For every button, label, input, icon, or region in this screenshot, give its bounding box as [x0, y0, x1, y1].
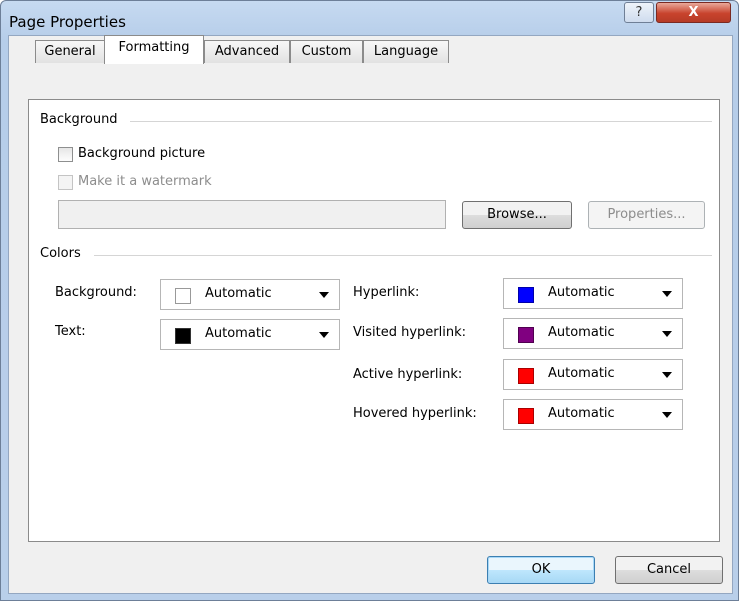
visited-hyperlink-color-label: Visited hyperlink: [353, 325, 466, 340]
active-hyperlink-color-label: Active hyperlink: [353, 367, 463, 382]
hovered-hyperlink-color-swatch [518, 408, 534, 424]
dialog-title: Page Properties [9, 13, 126, 31]
colors-group-divider [94, 255, 712, 256]
text-color-dropdown[interactable]: Automatic [160, 319, 340, 350]
chevron-down-icon [662, 291, 672, 297]
active-hyperlink-color-swatch [518, 368, 534, 384]
chevron-down-icon [319, 332, 329, 338]
background-color-label: Background: [55, 285, 137, 300]
tab-label: General [44, 44, 96, 59]
tab-language[interactable]: Language [363, 40, 449, 63]
background-color-value: Automatic [205, 286, 272, 301]
hovered-hyperlink-color-value: Automatic [548, 406, 615, 421]
tab-advanced[interactable]: Advanced [204, 40, 290, 63]
background-picture-path-input[interactable] [58, 200, 446, 229]
hyperlink-color-value: Automatic [548, 285, 615, 300]
hyperlink-color-label: Hyperlink: [353, 285, 420, 300]
help-button[interactable]: ? [624, 2, 654, 23]
background-group-label: Background [40, 112, 123, 127]
hovered-hyperlink-color-dropdown[interactable]: Automatic [503, 399, 683, 430]
browse-button[interactable]: Browse... [462, 201, 572, 229]
text-color-value: Automatic [205, 326, 272, 341]
close-button[interactable]: X [656, 2, 731, 23]
tab-label: Advanced [214, 44, 280, 59]
chevron-down-icon [319, 292, 329, 298]
watermark-label[interactable]: Make it a watermark [78, 174, 212, 189]
tab-label: Formatting [118, 40, 190, 55]
cancel-button[interactable]: Cancel [615, 556, 723, 584]
close-icon: X [688, 5, 699, 20]
active-hyperlink-color-value: Automatic [548, 366, 615, 381]
background-color-swatch [175, 288, 191, 304]
text-color-swatch [175, 328, 191, 344]
hovered-hyperlink-color-label: Hovered hyperlink: [353, 406, 477, 421]
title-bar[interactable]: Page Properties ? X [1, 1, 738, 35]
hyperlink-color-swatch [518, 287, 534, 303]
hyperlink-color-dropdown[interactable]: Automatic [503, 278, 683, 309]
visited-hyperlink-color-value: Automatic [548, 325, 615, 340]
active-hyperlink-color-dropdown[interactable]: Automatic [503, 359, 683, 390]
chevron-down-icon [662, 331, 672, 337]
properties-button[interactable]: Properties... [588, 201, 705, 229]
colors-group-label: Colors [40, 246, 86, 261]
tab-label: Language [373, 44, 439, 59]
tab-general[interactable]: General [35, 40, 105, 63]
visited-hyperlink-color-dropdown[interactable]: Automatic [503, 318, 683, 349]
background-picture-checkbox[interactable] [58, 147, 73, 162]
tab-label: Custom [301, 44, 352, 59]
visited-hyperlink-color-swatch [518, 327, 534, 343]
background-picture-label[interactable]: Background picture [78, 146, 205, 161]
ok-button[interactable]: OK [487, 556, 595, 584]
chevron-down-icon [662, 412, 672, 418]
chevron-down-icon [662, 372, 672, 378]
tab-formatting[interactable]: Formatting [104, 35, 204, 64]
help-icon: ? [635, 5, 643, 20]
background-color-dropdown[interactable]: Automatic [160, 279, 340, 310]
watermark-checkbox[interactable] [58, 175, 73, 190]
tab-custom[interactable]: Custom [290, 40, 363, 63]
background-group-divider [130, 121, 712, 122]
text-color-label: Text: [55, 324, 86, 339]
